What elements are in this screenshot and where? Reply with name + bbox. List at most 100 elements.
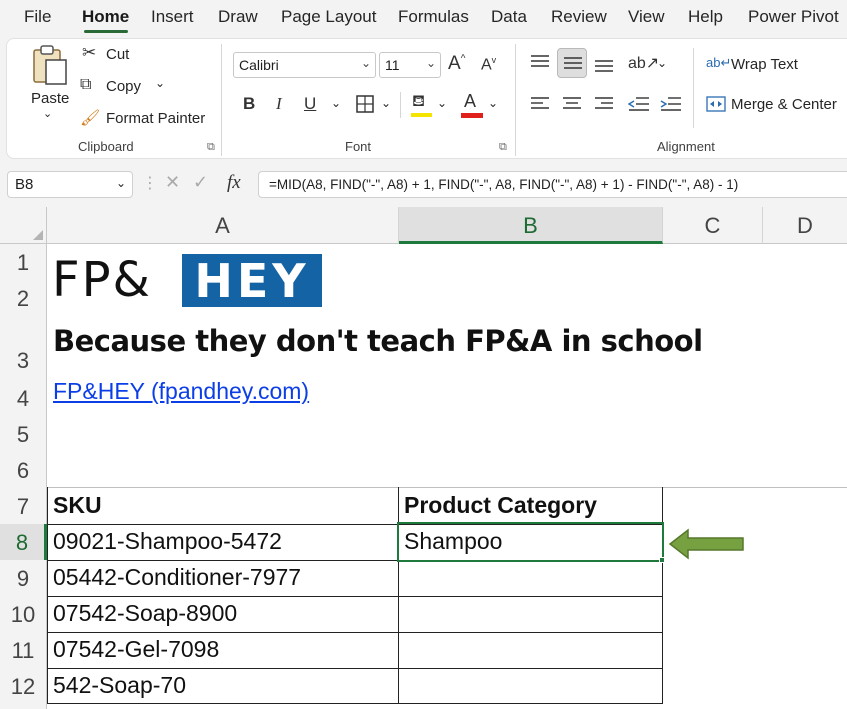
logo-badge: HEY <box>182 254 322 308</box>
sku-cell[interactable]: 07542-Soap-8900 <box>48 600 237 627</box>
shrink-font-button[interactable]: Av <box>481 55 496 74</box>
grow-font-button[interactable]: A^ <box>448 53 465 75</box>
row-header-3[interactable]: 3 <box>0 316 47 380</box>
logo-text: FP& <box>52 252 152 308</box>
align-bottom-icon[interactable] <box>594 58 614 74</box>
row-header-11[interactable]: 11 <box>0 632 47 668</box>
format-painter-button[interactable]: Format Painter <box>106 110 205 127</box>
row-header-12[interactable]: 12 <box>0 668 47 709</box>
tab-insert[interactable]: Insert <box>151 7 194 27</box>
align-middle-button[interactable] <box>557 48 587 78</box>
name-box[interactable]: B8 ⌄ <box>7 171 133 198</box>
align-right-icon[interactable] <box>594 96 614 112</box>
fill-color-button[interactable]: ⛾ <box>410 92 434 118</box>
column-header-d[interactable]: D <box>763 207 847 244</box>
font-color-button[interactable]: A <box>460 91 484 119</box>
italic-button[interactable]: I <box>276 94 282 114</box>
table-border <box>47 632 663 633</box>
sku-cell[interactable]: 542-Soap-70 <box>48 672 186 699</box>
merge-center-icon <box>706 96 726 112</box>
chevron-down-icon[interactable]: ⌄ <box>331 96 341 110</box>
formula-input[interactable]: =MID(A8, FIND("-", A8) + 1, FIND("-", A8… <box>258 171 847 198</box>
ribbon-divider <box>221 44 222 156</box>
font-name-dropdown[interactable]: Calibri ⌄ <box>233 52 376 78</box>
align-left-icon[interactable] <box>530 96 550 112</box>
insert-function-button[interactable]: fx <box>227 172 241 194</box>
sku-cell[interactable]: 07542-Gel-7098 <box>48 636 219 663</box>
cut-button[interactable]: Cut <box>106 46 129 63</box>
more-options-icon[interactable]: ⋮ <box>142 173 158 193</box>
table-border <box>47 596 663 597</box>
sku-cell[interactable]: 05442-Conditioner-7977 <box>48 564 301 591</box>
formula-controls: ⋮ ✕ ✓ fx <box>138 171 254 198</box>
ribbon-divider <box>693 48 694 128</box>
table-header-product-category[interactable]: Product Category <box>399 492 597 519</box>
row-header-9[interactable]: 9 <box>0 560 47 596</box>
dialog-launcher-icon[interactable]: ⧉ <box>207 141 215 154</box>
decrease-indent-icon[interactable] <box>628 96 650 112</box>
tab-formulas[interactable]: Formulas <box>398 7 469 27</box>
select-all-icon <box>33 230 43 240</box>
chevron-down-icon[interactable]: ⌄ <box>155 76 165 90</box>
row-header-8[interactable]: 8 <box>0 524 47 560</box>
tab-view[interactable]: View <box>628 7 665 27</box>
row-header-5[interactable]: 5 <box>0 416 47 452</box>
bold-button[interactable]: B <box>243 94 255 114</box>
underline-button[interactable]: U <box>304 94 316 114</box>
tab-help[interactable]: Help <box>688 7 723 27</box>
copy-icon: ⧉ <box>80 76 92 93</box>
website-link[interactable]: FP&HEY (fpandhey.com) <box>48 378 309 405</box>
column-header-a[interactable]: A <box>47 207 399 244</box>
fill-handle[interactable] <box>659 557 665 563</box>
row-header-1[interactable]: 1 <box>0 244 47 280</box>
row-header-4[interactable]: 4 <box>0 380 47 416</box>
select-all-button[interactable] <box>0 207 47 244</box>
chevron-down-icon[interactable]: ⌄ <box>657 56 667 70</box>
chevron-down-icon: ⌄ <box>115 176 126 190</box>
tab-power-pivot[interactable]: Power Pivot <box>748 7 839 27</box>
ribbon-tabs: File Home Insert Draw Page Layout Formul… <box>0 0 847 34</box>
tab-draw[interactable]: Draw <box>218 7 258 27</box>
grow-font-icon: A <box>448 53 461 74</box>
row-header-10[interactable]: 10 <box>0 596 47 632</box>
chevron-down-icon[interactable]: ⌄ <box>437 96 447 110</box>
dialog-launcher-icon[interactable]: ⧉ <box>499 141 507 154</box>
sku-cell[interactable]: 09021-Shampoo-5472 <box>48 528 282 555</box>
increase-indent-icon[interactable] <box>660 96 682 112</box>
clipboard-icon <box>33 45 67 85</box>
orientation-icon[interactable]: ab↗ <box>628 53 659 73</box>
column-header-c[interactable]: C <box>663 207 763 244</box>
shrink-font-icon: A <box>481 56 492 74</box>
table-border <box>662 487 663 704</box>
cancel-icon[interactable]: ✕ <box>165 172 180 193</box>
table-border <box>47 668 663 669</box>
row-header-7[interactable]: 7 <box>0 488 47 524</box>
tab-home[interactable]: Home <box>82 7 129 27</box>
font-size-dropdown[interactable]: 11 ⌄ <box>379 52 441 78</box>
enter-icon[interactable]: ✓ <box>193 172 208 193</box>
wrap-text-button[interactable]: Wrap Text <box>731 56 798 73</box>
chevron-down-icon[interactable]: ⌄ <box>381 96 391 110</box>
borders-icon[interactable] <box>355 94 375 114</box>
copy-button[interactable]: Copy <box>106 78 141 95</box>
chevron-down-icon: ⌄ <box>43 108 53 120</box>
column-header-b[interactable]: B <box>399 207 663 244</box>
row-header-6[interactable]: 6 <box>0 452 47 488</box>
tab-page-layout[interactable]: Page Layout <box>281 7 376 27</box>
chevron-down-icon[interactable]: ⌄ <box>488 96 498 110</box>
align-center-icon[interactable] <box>562 96 582 112</box>
paste-button[interactable]: Paste ⌄ <box>24 44 72 124</box>
tab-data[interactable]: Data <box>491 7 527 27</box>
table-header-sku[interactable]: SKU <box>48 492 102 519</box>
table-border <box>47 703 663 704</box>
merge-center-button[interactable]: Merge & Center <box>731 96 837 113</box>
active-cell-selection[interactable] <box>397 522 664 562</box>
tab-file[interactable]: File <box>24 7 51 27</box>
gridline <box>47 487 847 488</box>
active-tab-indicator <box>84 30 128 33</box>
tagline: Because they don't teach FP&A in school <box>53 324 703 358</box>
font-name-value: Calibri <box>239 57 279 73</box>
row-header-2[interactable]: 2 <box>0 280 47 316</box>
tab-review[interactable]: Review <box>551 7 607 27</box>
align-top-icon[interactable] <box>530 54 550 70</box>
